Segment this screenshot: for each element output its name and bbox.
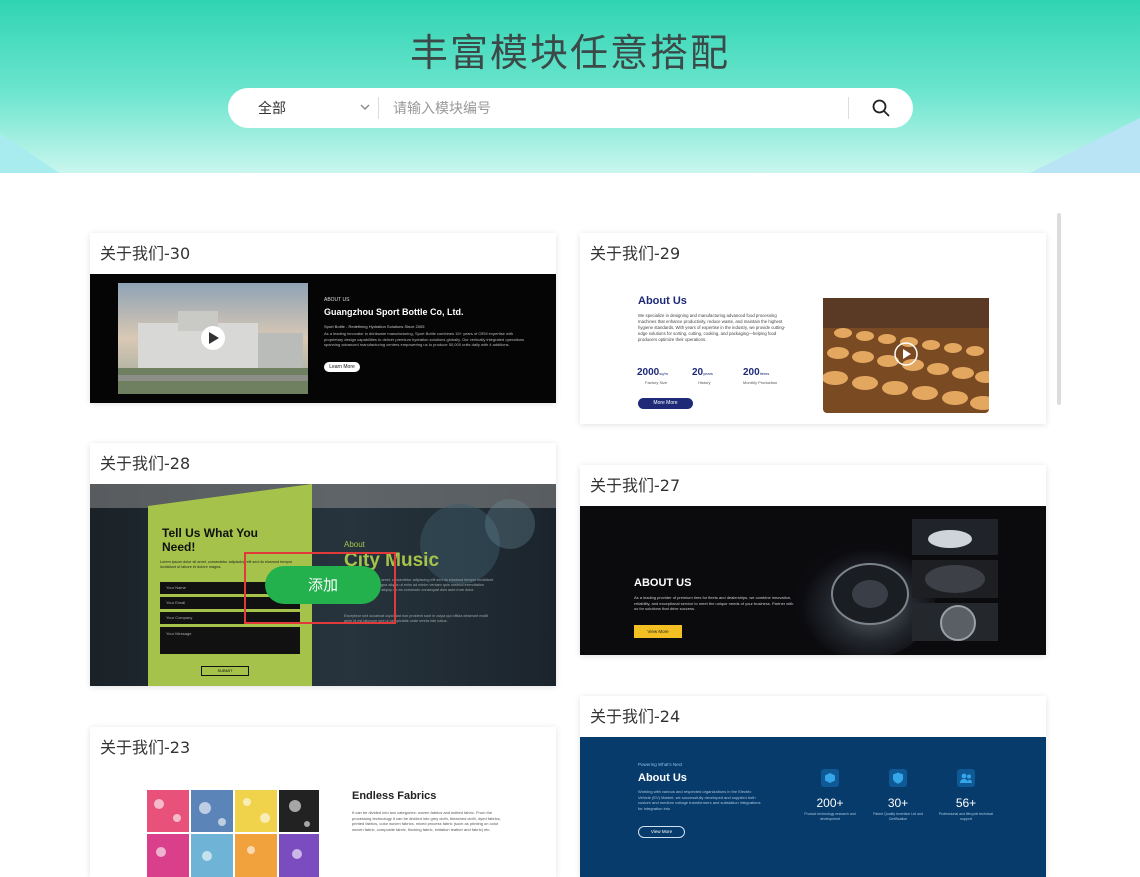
cube-icon xyxy=(821,769,839,787)
stat-item: 20years History xyxy=(692,367,713,385)
category-select-value: 全部 xyxy=(258,100,286,116)
card-title: 关于我们-24 xyxy=(590,707,681,726)
preview-button: View More xyxy=(634,625,682,638)
category-select[interactable]: 全部 xyxy=(228,88,378,128)
stats-row: 2000sq/m Factory Size 20years History 20… xyxy=(637,362,797,385)
hero-decoration-left xyxy=(0,120,70,173)
preview-heading: About Us xyxy=(638,772,687,784)
hero-decoration-right xyxy=(1020,118,1140,173)
stat-item: 56+ Professional and lifecycle technical… xyxy=(938,769,994,821)
preview-body: We specialize in designing and manufactu… xyxy=(638,313,786,342)
module-preview: Tell Us What You Need! Lorem ipsum dolor… xyxy=(90,484,556,686)
module-preview: About Us We specialize in designing and … xyxy=(580,274,1046,424)
module-preview: Endless Fabrics It can be divided into t… xyxy=(90,768,556,877)
card-title: 关于我们-23 xyxy=(100,738,191,757)
search-input[interactable] xyxy=(379,88,848,128)
module-card-about-28[interactable]: 关于我们-28 Tell Us What You Need! Lorem ips… xyxy=(90,443,556,686)
chevron-down-icon xyxy=(360,104,370,110)
preview-button: View More xyxy=(638,826,685,838)
scrollbar[interactable] xyxy=(1057,213,1061,405)
preview-label: ABOUT US xyxy=(324,297,350,303)
preview-button: Learn More xyxy=(324,362,360,372)
preview-body: As a leading innovator in drinkware manu… xyxy=(324,331,525,347)
preview-body: It can be divided into two categories: w… xyxy=(352,810,501,832)
card-title: 关于我们-27 xyxy=(590,476,681,495)
module-preview: ABOUT US As a leading provider of premiu… xyxy=(580,506,1046,655)
team-icon xyxy=(957,769,975,787)
search-icon xyxy=(872,99,890,117)
factory-photo xyxy=(118,283,308,394)
form-heading: Tell Us What You Need! xyxy=(162,526,259,554)
preview-heading: Guangzhou Sport Bottle Co, Ltd. xyxy=(324,307,464,317)
module-card-about-23[interactable]: 关于我们-23 Endless Fabrics It can be divide… xyxy=(90,727,556,877)
search-bar: 全部 xyxy=(228,88,913,128)
fabric-samples-photo xyxy=(147,790,319,877)
search-button[interactable] xyxy=(849,88,913,128)
about-label: About xyxy=(344,540,365,549)
preview-label: Powering What's Next xyxy=(638,762,683,767)
shield-icon xyxy=(889,769,907,787)
hero-banner: 丰富模块任意搭配 全部 xyxy=(0,0,1140,173)
stat-item: 30+ Patent Quality Invention Ltd and Cer… xyxy=(870,769,926,821)
module-preview: ABOUT US Guangzhou Sport Bottle Co, Ltd.… xyxy=(90,274,556,403)
form-field: Your Message xyxy=(160,627,300,654)
card-title: 关于我们-28 xyxy=(100,454,191,473)
module-card-about-27[interactable]: 关于我们-27 ABOUT US As a leading provider o… xyxy=(580,465,1046,655)
card-title: 关于我们-29 xyxy=(590,244,681,263)
preview-body: Working with various and respected organ… xyxy=(638,789,761,811)
preview-heading: Endless Fabrics xyxy=(352,790,437,802)
stat-item: 200+ Product technology research and dev… xyxy=(802,769,858,821)
add-button[interactable]: 添加 xyxy=(265,566,381,604)
page-title: 丰富模块任意搭配 xyxy=(409,31,730,75)
module-card-about-24[interactable]: 关于我们-24 Powering What's Next About Us Wo… xyxy=(580,696,1046,877)
module-card-about-30[interactable]: 关于我们-30 ABOUT US Guangzhou Sport Bottle … xyxy=(90,233,556,403)
preview-subheading: Sport Bottle - Redefining Hydration Solu… xyxy=(324,324,425,329)
preview-heading: ABOUT US xyxy=(634,577,692,589)
stat-item: 200items Monthly Production xyxy=(743,367,778,385)
preview-body: As a leading provider of premium tires f… xyxy=(634,595,794,611)
preview-heading: About Us xyxy=(638,295,687,307)
preview-button: More More xyxy=(638,398,693,409)
module-preview: Powering What's Next About Us Working wi… xyxy=(580,737,1046,877)
donut-production-photo xyxy=(823,298,989,413)
stat-item: 2000sq/m Factory Size xyxy=(637,367,668,385)
form-submit: SUBMIT xyxy=(201,666,249,676)
module-card-about-29[interactable]: 关于我们-29 About Us We specialize in design… xyxy=(580,233,1046,424)
card-title: 关于我们-30 xyxy=(100,244,191,263)
